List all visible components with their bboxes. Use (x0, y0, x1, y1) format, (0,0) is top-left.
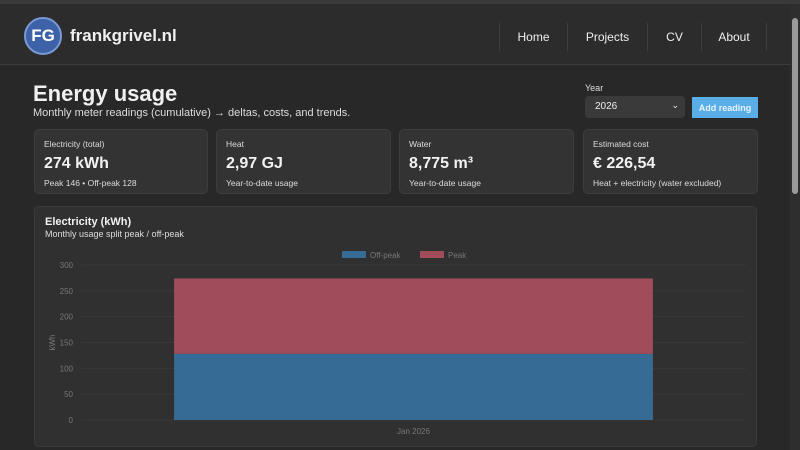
card-label: Estimated cost (593, 139, 649, 149)
main-nav: Home Projects CV About (499, 23, 767, 51)
site-name[interactable]: frankgrivel.nl (70, 26, 177, 46)
y-axis-label: kWh (48, 335, 57, 351)
y-tick-label: 200 (60, 313, 74, 322)
y-tick-label: 50 (64, 390, 73, 399)
electricity-chart: 0 50 100 150 200 250 300 kWh Jan 2026 Off-peak Pea… (48, 251, 746, 436)
card-sub: Peak 146 • Off-peak 128 (44, 178, 137, 188)
nav-home[interactable]: Home (499, 23, 567, 51)
add-reading-button[interactable]: Add reading (692, 97, 758, 118)
card-sub: Year-to-date usage (226, 178, 298, 188)
stat-card-heat: Heat 2,97 GJ Year-to-date usage (216, 129, 391, 194)
y-tick-label: 300 (60, 261, 74, 270)
card-label: Water (409, 139, 432, 149)
scrollbar-thumb[interactable] (792, 18, 798, 194)
stat-card-cost: Estimated cost € 226,54 Heat + electricity… (583, 129, 758, 194)
chevron-down-icon: ⌄ (671, 100, 679, 110)
card-sub: Year-to-date usage (409, 178, 481, 188)
page-title: Energy usage (33, 81, 178, 106)
card-value: 8,775 m³ (409, 155, 474, 172)
card-label: Heat (226, 139, 244, 149)
legend-swatch (420, 251, 444, 258)
nav-cv[interactable]: CV (647, 23, 701, 51)
legend-label: Peak (448, 251, 467, 260)
bar-off-peak (174, 353, 653, 420)
electricity-chart-panel: Electricity (kWh) Monthly usage split pe… (34, 206, 757, 447)
y-tick-label: 150 (60, 339, 74, 348)
year-select[interactable]: 2026 ⌄ (585, 96, 685, 118)
y-tick-label: 0 (69, 416, 74, 425)
card-value: 274 kWh (44, 155, 109, 172)
x-tick-label: Jan 2026 (397, 427, 430, 436)
bar-peak (174, 278, 653, 354)
y-tick-label: 100 (60, 364, 74, 373)
y-tick-label: 250 (60, 287, 74, 296)
year-value: 2026 (595, 101, 618, 112)
legend-swatch (342, 251, 366, 258)
year-label: Year (585, 83, 604, 93)
scrollbar[interactable] (790, 4, 800, 450)
stat-card-water: Water 8,775 m³ Year-to-date usage (399, 129, 574, 194)
card-sub: Heat + electricity (water excluded) (593, 178, 722, 188)
legend-label: Off-peak (370, 251, 402, 260)
card-value: 2,97 GJ (226, 155, 283, 172)
card-label: Electricity (total) (44, 139, 105, 149)
nav-about[interactable]: About (701, 23, 767, 51)
nav-projects[interactable]: Projects (567, 23, 647, 51)
stat-card-electricity: Electricity (total) 274 kWh Peak 146 • Off… (34, 129, 208, 194)
page-subtitle: Monthly meter readings (cumulative) → de… (33, 107, 351, 119)
card-value: € 226,54 (593, 155, 656, 172)
site-header: FG frankgrivel.nl Home Projects CV About (0, 4, 790, 65)
logo-avatar[interactable]: FG (24, 17, 62, 55)
